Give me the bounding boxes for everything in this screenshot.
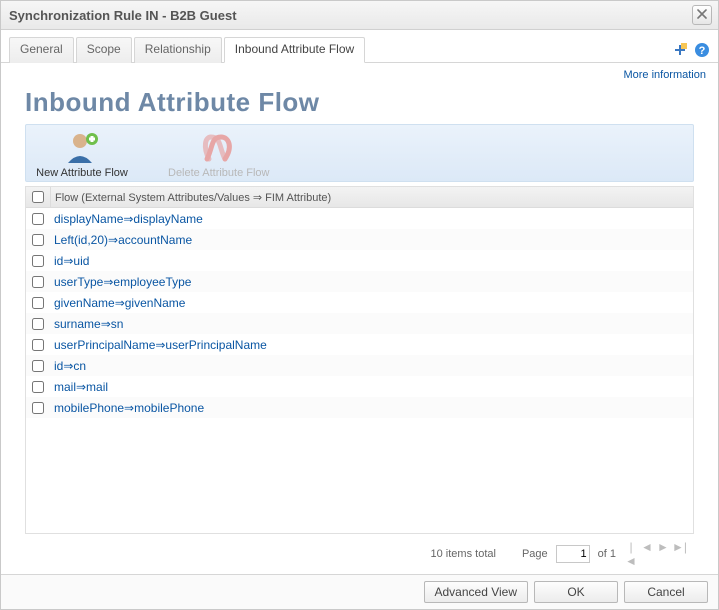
row-checkbox-cell[interactable] [26, 297, 50, 309]
table-row[interactable]: givenName⇒givenName [26, 292, 693, 313]
add-filter-icon[interactable] [672, 42, 688, 58]
flow-link[interactable]: userType⇒employeeType [50, 275, 191, 289]
toolbar-icons: ? [672, 42, 710, 62]
delete-icon [199, 129, 239, 165]
tab-inbound-attribute-flow[interactable]: Inbound Attribute Flow [224, 37, 365, 63]
page-number-input[interactable] [556, 545, 590, 563]
delete-attribute-flow-label: Delete Attribute Flow [168, 167, 270, 179]
tab-relationship[interactable]: Relationship [134, 37, 222, 63]
tab-scope[interactable]: Scope [76, 37, 132, 63]
row-checkbox[interactable] [32, 234, 44, 246]
table-row[interactable]: id⇒uid [26, 250, 693, 271]
row-checkbox[interactable] [32, 360, 44, 372]
tab-general[interactable]: General [9, 37, 74, 63]
pager: 10 items total Page of 1 |◄ ◄ ► ►| [19, 534, 700, 574]
row-checkbox[interactable] [32, 297, 44, 309]
attribute-flow-grid: Flow (External System Attributes/Values … [25, 186, 694, 534]
row-checkbox[interactable] [32, 318, 44, 330]
row-checkbox[interactable] [32, 381, 44, 393]
items-total: 10 items total [431, 548, 496, 560]
advanced-view-button[interactable]: Advanced View [424, 581, 529, 603]
footer: Advanced View OK Cancel [1, 574, 718, 609]
grid-header: Flow (External System Attributes/Values … [26, 187, 693, 208]
row-checkbox-cell[interactable] [26, 276, 50, 288]
row-checkbox-cell[interactable] [26, 213, 50, 225]
flow-link[interactable]: surname⇒sn [50, 317, 123, 331]
close-button[interactable] [692, 5, 712, 25]
next-page-icon[interactable]: ► [656, 540, 670, 568]
table-row[interactable]: userType⇒employeeType [26, 271, 693, 292]
flow-link[interactable]: Left(id,20)⇒accountName [50, 233, 192, 247]
first-page-icon[interactable]: |◄ [624, 540, 638, 568]
flow-link[interactable]: id⇒uid [50, 254, 89, 268]
more-information-link[interactable]: More information [1, 63, 718, 81]
table-row[interactable]: displayName⇒displayName [26, 208, 693, 229]
row-checkbox-cell[interactable] [26, 402, 50, 414]
table-row[interactable]: userPrincipalName⇒userPrincipalName [26, 334, 693, 355]
row-checkbox[interactable] [32, 402, 44, 414]
user-add-icon [62, 129, 102, 165]
table-row[interactable]: surname⇒sn [26, 313, 693, 334]
flow-link[interactable]: mobilePhone⇒mobilePhone [50, 401, 204, 415]
row-checkbox-cell[interactable] [26, 234, 50, 246]
delete-attribute-flow-button: Delete Attribute Flow [168, 129, 270, 179]
page-title: Inbound Attribute Flow [25, 87, 700, 118]
grid-body: displayName⇒displayName Left(id,20)⇒accou… [26, 208, 693, 533]
flow-column-header[interactable]: Flow (External System Attributes/Values … [51, 191, 331, 204]
pager-nav: |◄ ◄ ► ►| [624, 540, 686, 568]
page-label: Page [522, 548, 548, 560]
flow-link[interactable]: givenName⇒givenName [50, 296, 185, 310]
new-attribute-flow-label: New Attribute Flow [36, 167, 128, 179]
table-row[interactable]: id⇒cn [26, 355, 693, 376]
row-checkbox[interactable] [32, 255, 44, 267]
svg-text:?: ? [699, 45, 706, 57]
prev-page-icon[interactable]: ◄ [640, 540, 654, 568]
row-checkbox[interactable] [32, 339, 44, 351]
select-all-checkbox[interactable] [32, 191, 44, 203]
ok-button[interactable]: OK [534, 581, 618, 603]
cancel-button[interactable]: Cancel [624, 581, 708, 603]
action-bar: New Attribute Flow Delete Attribute Flow [25, 124, 694, 182]
window-title: Synchronization Rule IN - B2B Guest [9, 8, 237, 23]
tab-strip: General Scope Relationship Inbound Attri… [1, 30, 718, 63]
row-checkbox-cell[interactable] [26, 339, 50, 351]
select-all-cell[interactable] [26, 187, 51, 207]
row-checkbox[interactable] [32, 213, 44, 225]
dialog-window: Synchronization Rule IN - B2B Guest Gene… [0, 0, 719, 610]
last-page-icon[interactable]: ►| [672, 540, 686, 568]
row-checkbox-cell[interactable] [26, 255, 50, 267]
flow-link[interactable]: userPrincipalName⇒userPrincipalName [50, 338, 267, 352]
content-area: Inbound Attribute Flow New Attribute Flo… [1, 81, 718, 574]
flow-link[interactable]: mail⇒mail [50, 380, 108, 394]
help-icon[interactable]: ? [694, 42, 710, 58]
page-of-text: of 1 [598, 548, 616, 560]
tabs: General Scope Relationship Inbound Attri… [9, 36, 365, 62]
row-checkbox-cell[interactable] [26, 318, 50, 330]
table-row[interactable]: Left(id,20)⇒accountName [26, 229, 693, 250]
flow-link[interactable]: id⇒cn [50, 359, 86, 373]
table-row[interactable]: mobilePhone⇒mobilePhone [26, 397, 693, 418]
row-checkbox-cell[interactable] [26, 360, 50, 372]
new-attribute-flow-button[interactable]: New Attribute Flow [32, 129, 132, 179]
close-icon [697, 8, 707, 22]
table-row[interactable]: mail⇒mail [26, 376, 693, 397]
titlebar: Synchronization Rule IN - B2B Guest [1, 1, 718, 30]
row-checkbox-cell[interactable] [26, 381, 50, 393]
row-checkbox[interactable] [32, 276, 44, 288]
flow-link[interactable]: displayName⇒displayName [50, 212, 203, 226]
